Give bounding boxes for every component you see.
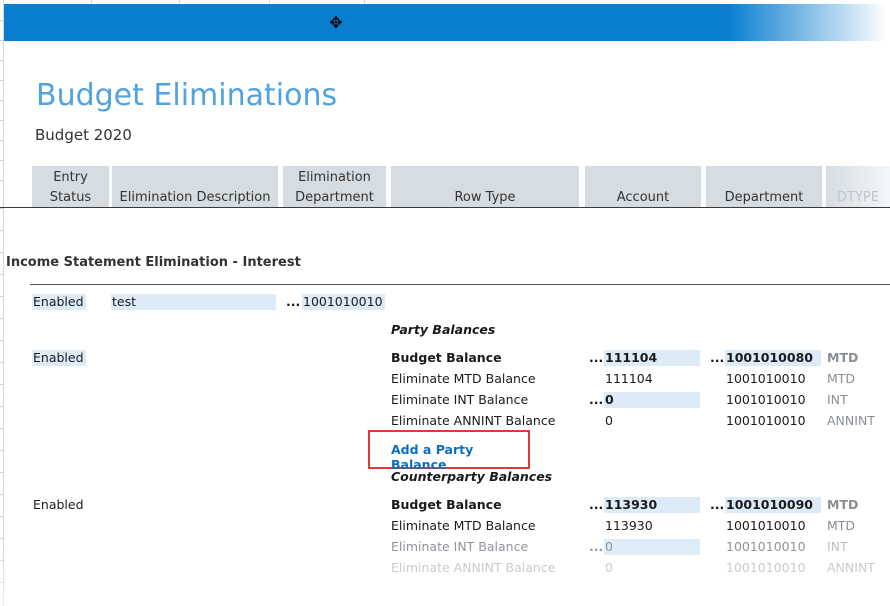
department-cell: 1001010010 xyxy=(726,560,806,575)
column-header-line: Entry xyxy=(53,170,88,185)
column-header-entry-status[interactable]: Entry Status xyxy=(32,166,109,208)
counterparty-status-cell[interactable]: Enabled xyxy=(33,497,84,513)
dtype-cell: INT xyxy=(827,392,848,407)
department-cell[interactable]: 1001010080 xyxy=(725,350,821,366)
account-cell: 111104 xyxy=(605,371,653,386)
header-divider xyxy=(0,207,890,208)
row-type-label: Eliminate ANNINT Balance xyxy=(391,560,556,575)
column-header-elimination-description[interactable]: Elimination Description xyxy=(112,166,278,208)
column-header-line: Department xyxy=(724,190,804,205)
row-type-label: Eliminate MTD Balance xyxy=(391,518,536,533)
account-cell: 0 xyxy=(605,413,613,428)
dtype-cell: MTD xyxy=(827,350,859,365)
department-cell: 1001010010 xyxy=(726,413,806,428)
dtype-cell: INT xyxy=(827,539,848,554)
counterparty-balances-heading: Counterparty Balances xyxy=(391,469,553,484)
column-header-row-type[interactable]: Row Type xyxy=(391,166,579,208)
entry-status-cell[interactable]: Enabled xyxy=(32,294,86,310)
column-header-line: Elimination xyxy=(298,170,371,185)
account-cell: 113930 xyxy=(605,518,653,533)
column-header-department[interactable]: Department xyxy=(706,166,822,208)
department-lookup-button[interactable]: ... xyxy=(710,350,724,366)
department-cell[interactable]: 1001010090 xyxy=(725,497,821,513)
row-type-label: Budget Balance xyxy=(391,497,502,512)
column-header-line: Status xyxy=(49,190,92,205)
account-cell[interactable]: 111104 xyxy=(604,350,700,366)
column-header-line: Row Type xyxy=(454,190,516,205)
row-type-label: Eliminate MTD Balance xyxy=(391,371,536,386)
party-balances-heading: Party Balances xyxy=(391,322,496,337)
row-type-label: Eliminate INT Balance xyxy=(391,539,529,554)
dtype-cell: MTD xyxy=(827,371,856,386)
account-cell[interactable]: 0 xyxy=(604,539,700,555)
department-cell: 1001010010 xyxy=(726,371,806,386)
account-cell[interactable]: 0 xyxy=(604,392,700,408)
section-title: Income Statement Elimination - Interest xyxy=(6,255,301,270)
column-header-dtype[interactable]: DTYPE xyxy=(826,166,890,208)
department-lookup-button[interactable]: ... xyxy=(286,294,300,310)
department-lookup-button[interactable]: ... xyxy=(710,497,724,513)
party-status-cell[interactable]: Enabled xyxy=(32,350,86,366)
row-type-label: Eliminate INT Balance xyxy=(391,392,529,407)
row-gridlines xyxy=(0,0,4,606)
account-cell: 0 xyxy=(605,560,613,575)
page-title: Budget Eliminations xyxy=(36,78,338,113)
column-header-account[interactable]: Account xyxy=(585,166,701,208)
elimination-department-cell[interactable]: 1001010010 xyxy=(302,294,385,310)
account-lookup-button[interactable]: ... xyxy=(589,350,603,366)
section-divider xyxy=(30,284,890,285)
column-header-line: Elimination Description xyxy=(119,190,271,205)
add-party-balance-link[interactable]: Add a Party Balance xyxy=(391,442,528,472)
column-header-line: Account xyxy=(616,190,670,205)
dtype-cell: MTD xyxy=(827,518,856,533)
page-subtitle: Budget 2020 xyxy=(35,126,132,144)
column-header-line: DTYPE xyxy=(837,190,879,205)
column-header-line: Department xyxy=(295,190,374,205)
account-cell[interactable]: 113930 xyxy=(604,497,700,513)
add-party-balance-callout: Add a Party Balance xyxy=(368,430,530,472)
top-banner xyxy=(4,4,888,41)
department-cell: 1001010010 xyxy=(726,539,806,554)
dtype-cell: ANNINT xyxy=(827,413,875,428)
description-cell[interactable]: test xyxy=(111,294,276,310)
department-cell: 1001010010 xyxy=(726,392,806,407)
department-cell: 1001010010 xyxy=(726,518,806,533)
account-lookup-button[interactable]: ... xyxy=(589,392,603,408)
dtype-cell: ANNINT xyxy=(827,560,875,575)
move-cursor-icon: ✥ xyxy=(329,13,343,32)
account-lookup-button[interactable]: ... xyxy=(589,539,603,555)
row-type-label: Eliminate ANNINT Balance xyxy=(391,413,556,428)
dtype-cell: MTD xyxy=(827,497,859,512)
column-header-elimination-department[interactable]: Elimination Department xyxy=(283,166,386,208)
account-lookup-button[interactable]: ... xyxy=(589,497,603,513)
row-type-label: Budget Balance xyxy=(391,350,502,365)
